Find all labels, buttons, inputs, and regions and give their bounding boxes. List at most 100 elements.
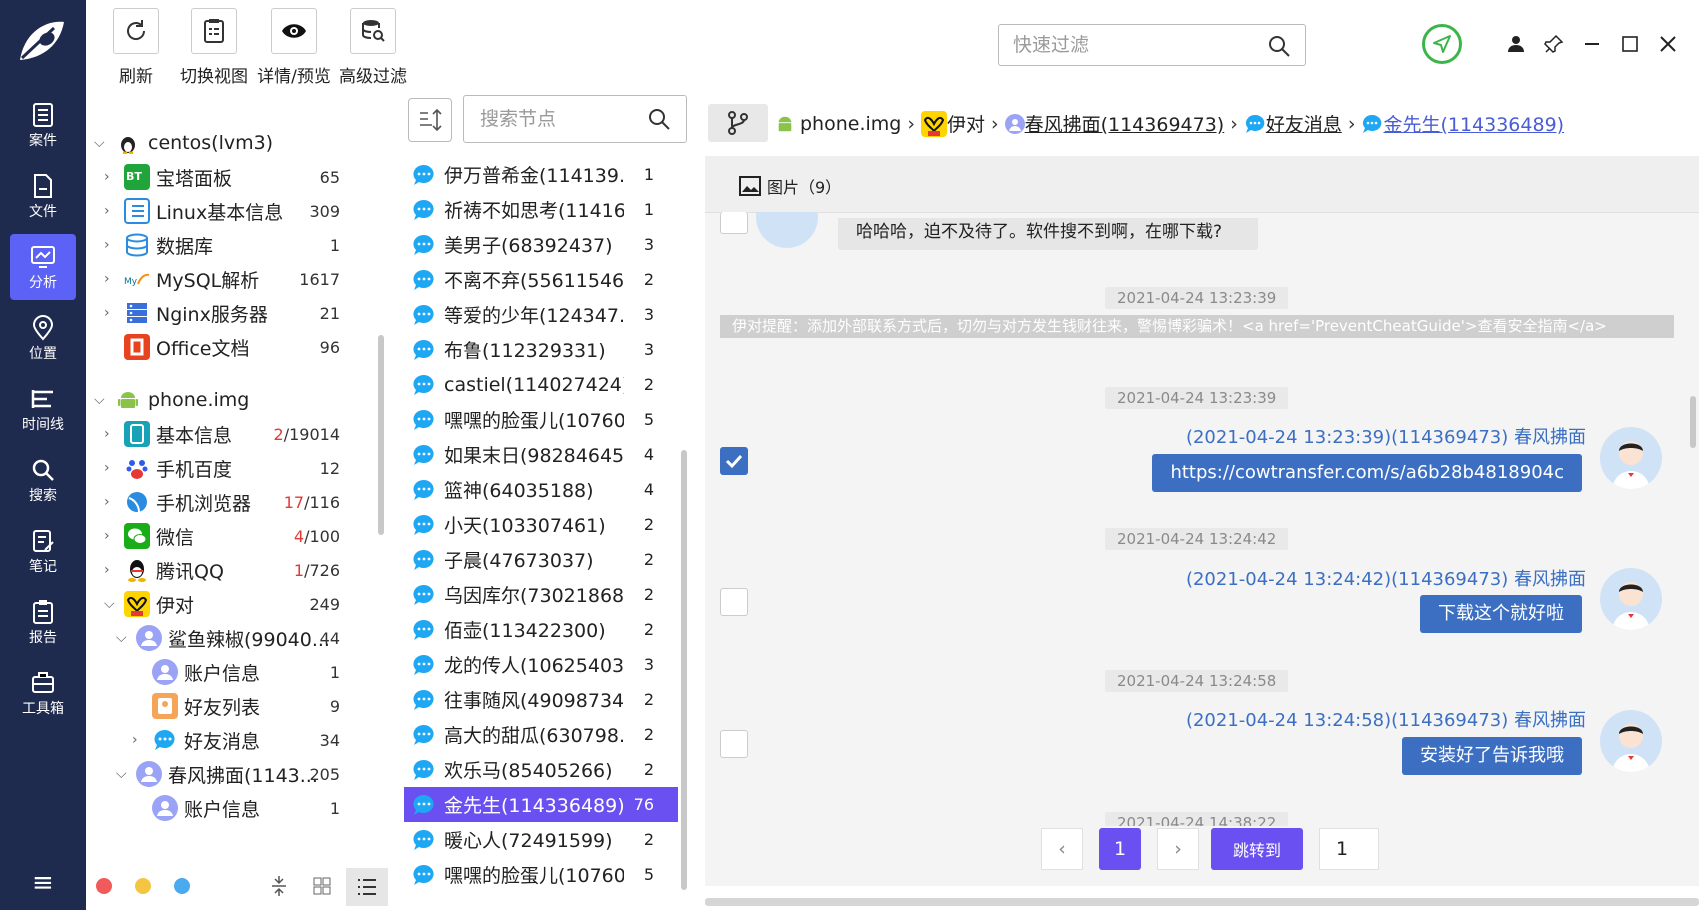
jump-button[interactable]: 跳转到 [1211,828,1303,870]
contact-row[interactable]: 如果末日(98284645) 4 [404,437,678,472]
chevron-right-icon[interactable]: › [104,203,118,219]
contact-row[interactable]: 暖心人(72491599) 2 [404,822,678,857]
tree-node-database[interactable]: › 数据库 1 [90,228,370,262]
nav-location[interactable]: 位置 [10,305,76,371]
tree-node-browser[interactable]: › 手机浏览器 17/116 [90,485,370,519]
contact-row[interactable]: 金先生(114336489) 76 [404,787,678,822]
tree-node-qq[interactable]: › 腾讯QQ 1/726 [90,553,370,587]
breadcrumb-app[interactable]: 伊对 [947,110,985,137]
message-checkbox-checked[interactable] [720,447,748,475]
tree-node-friends[interactable]: 好友列表 9 [90,689,370,723]
nav-report[interactable]: 报告 [10,589,76,655]
message-checkbox[interactable] [720,730,748,758]
list-view-button[interactable] [346,868,388,906]
chevron-down-icon[interactable]: ⌵ [116,766,130,782]
tree-node-friend-messages[interactable]: › 好友消息 34 [90,723,370,757]
tree-node-phone[interactable]: ⌵ phone.img [90,383,370,417]
nav-search[interactable]: 搜索 [10,447,76,513]
tree-node-baidu[interactable]: › 手机百度 12 [90,451,370,485]
tree-node-account-shayu[interactable]: ⌵ 鲨鱼辣椒(99040... 44 [90,621,370,655]
nav-timeline[interactable]: 时间线 [10,376,76,442]
jump-page-input[interactable]: 1 [1319,828,1379,870]
message-checkbox[interactable] [720,588,748,616]
contact-row[interactable]: 不离不弃(55611546) 2 [404,262,678,297]
tree-scrollbar[interactable] [378,335,384,535]
chevron-right-icon[interactable]: › [104,305,118,321]
close-icon[interactable] [1654,30,1682,58]
contact-row[interactable]: 等爱的少年(124347... 3 [404,297,678,332]
prev-page-button[interactable]: ‹ [1041,828,1083,870]
contact-row[interactable]: 布鲁(112329331) 3 [404,332,678,367]
next-page-button[interactable]: › [1157,828,1199,870]
tree-node-account-chunfeng[interactable]: ⌵ 春风拂面(1143... 205 [90,757,370,791]
advanced-filter-button[interactable]: 高级过滤 [333,8,413,87]
chevron-right-icon[interactable]: › [104,494,118,510]
search-icon[interactable] [648,108,670,130]
branch-button[interactable] [708,104,768,142]
chevron-down-icon[interactable]: ⌵ [94,135,108,151]
contact-row[interactable]: 子晨(47673037) 2 [404,542,678,577]
tree-node-centos[interactable]: ⌵ centos(lvm3) [90,126,370,160]
message-bubble-outgoing[interactable]: https://cowtransfer.com/s/a6b28b4818904c [1152,454,1582,492]
contact-row[interactable]: 佰壶(113422300) 2 [404,612,678,647]
horizontal-scrollbar[interactable] [705,898,1699,906]
collapse-icon[interactable] [268,874,290,898]
nav-toolbox[interactable]: 工具箱 [10,660,76,726]
chevron-right-icon[interactable]: › [104,237,118,253]
contact-row[interactable]: 欢乐马(85405266) 2 [404,752,678,787]
current-page-button[interactable]: 1 [1099,828,1141,870]
chevron-right-icon[interactable]: › [104,169,118,185]
red-dot[interactable] [96,878,112,894]
chevron-right-icon[interactable]: › [104,460,118,476]
contact-row[interactable]: 嘿嘿的脸蛋儿(10760... 5 [404,402,678,437]
tree-node-wechat[interactable]: › 微信 4/100 [90,519,370,553]
breadcrumb-root[interactable]: phone.img [800,113,901,135]
switch-view-button[interactable]: 切换视图 [174,8,254,87]
minimize-icon[interactable] [1578,30,1606,58]
message-bubble-outgoing[interactable]: 下载这个就好啦 [1420,595,1582,633]
tree-node-account-info[interactable]: 账户信息 1 [90,655,370,689]
tree-node-yidui[interactable]: ⌵ 伊对 249 [90,587,370,621]
chat-scrollbar[interactable] [1690,396,1696,448]
pin-icon[interactable] [1540,30,1568,58]
chevron-right-icon[interactable]: › [132,732,146,748]
tree-node-nginx[interactable]: › Nginx服务器 21 [90,296,370,330]
contact-row[interactable]: 小天(103307461) 2 [404,507,678,542]
user-icon[interactable] [1502,30,1530,58]
chevron-right-icon[interactable]: › [104,271,118,287]
images-tab[interactable]: 图片（9） [739,174,841,198]
tree-node-mysql[interactable]: › My MySQL解析 1617 [90,262,370,296]
contact-row[interactable]: 篮神(64035188) 4 [404,472,678,507]
tree-node-account-info-2[interactable]: 账户信息 1 [90,791,370,825]
chevron-down-icon[interactable]: ⌵ [94,392,108,408]
breadcrumb-account[interactable]: 春风拂面(114369473) [1025,110,1225,137]
chevron-right-icon[interactable]: › [104,528,118,544]
chevron-right-icon[interactable]: › [104,562,118,578]
message-checkbox[interactable] [720,212,748,234]
refresh-button[interactable]: 刷新 [96,8,176,87]
nav-analysis[interactable]: 分析 [10,234,76,300]
nav-note[interactable]: 笔记 [10,518,76,584]
contact-row[interactable]: 嘿嘿的脸蛋儿(10760... 5 [404,857,678,892]
message-bubble-outgoing[interactable]: 安装好了告诉我哦 [1402,737,1582,775]
contact-row[interactable]: 往事随风(49098734) 2 [404,682,678,717]
contact-row[interactable]: 高大的甜瓜(630798... 2 [404,717,678,752]
nav-file[interactable]: 文件 [10,163,76,229]
contact-row[interactable]: 龙的传人(106254036) 3 [404,647,678,682]
tree-node-basic-info[interactable]: › 基本信息 2/19014 [90,417,370,451]
contact-row[interactable]: 伊万普希金(114139... 1 [404,157,678,192]
chevron-right-icon[interactable]: › [104,426,118,442]
blue-dot[interactable] [174,878,191,894]
tree-node-office[interactable]: Office文档 96 [90,330,370,364]
chevron-down-icon[interactable]: ⌵ [104,596,118,612]
menu-icon[interactable]: ≡ [32,868,54,898]
contact-scrollbar[interactable] [681,450,687,890]
breadcrumb-category[interactable]: 好友消息 [1266,110,1342,137]
quick-filter-input[interactable] [1011,25,1255,65]
detail-preview-button[interactable]: 详情/预览 [254,8,334,87]
breadcrumb-contact[interactable]: 金先生(114336489) [1383,110,1564,137]
maximize-icon[interactable] [1616,30,1644,58]
send-status-button[interactable] [1422,24,1462,64]
grid-view-icon[interactable] [312,876,332,896]
tree-node-baota[interactable]: › BT 宝塔面板 65 [90,160,370,194]
